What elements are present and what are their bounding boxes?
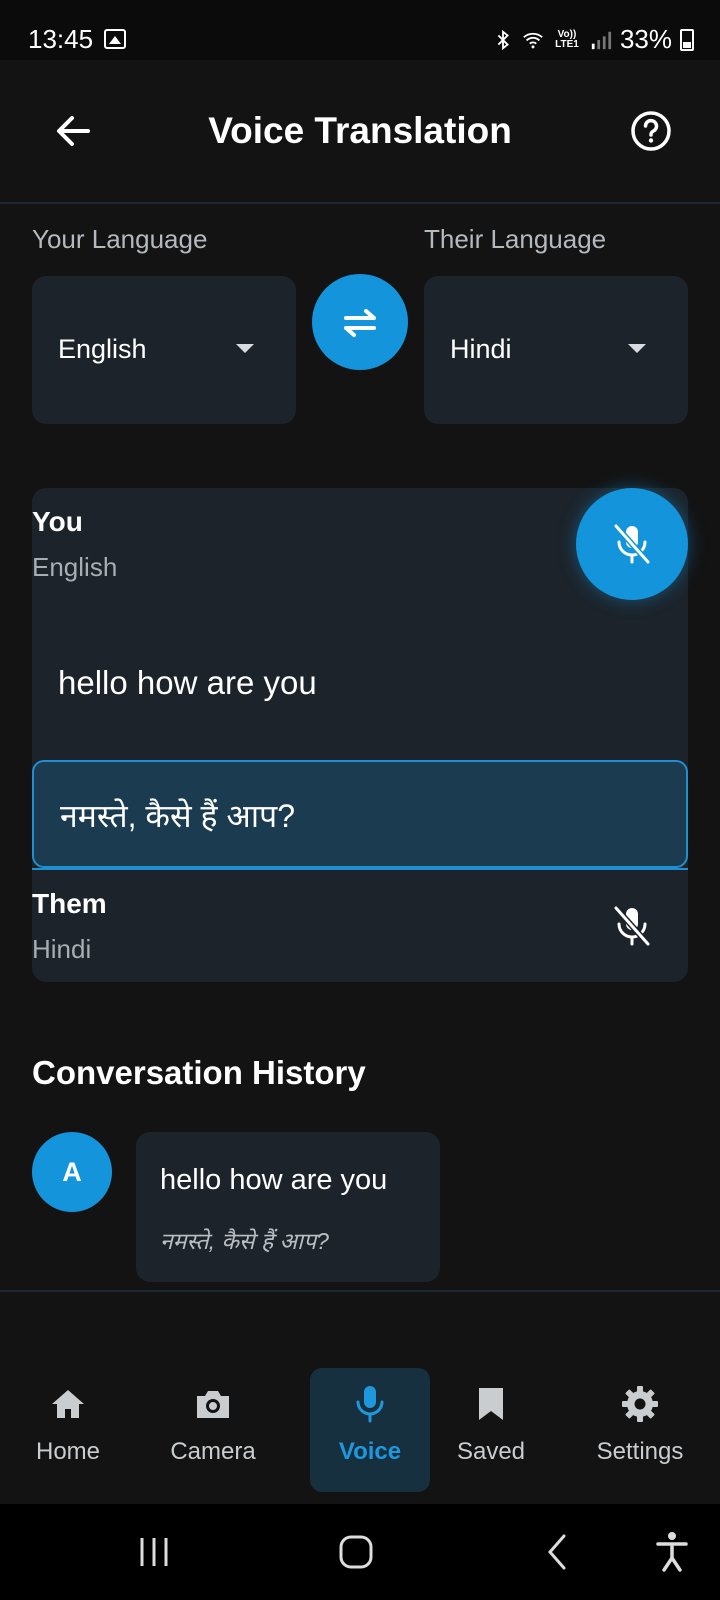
back-button-icon[interactable] (534, 1528, 582, 1576)
nav-label-voice: Voice (338, 1438, 402, 1465)
swap-languages-button[interactable] (312, 274, 408, 370)
help-icon[interactable] (626, 106, 676, 156)
nav-item-voice[interactable]: Voice (310, 1368, 430, 1492)
them-mic-off-icon[interactable] (608, 902, 656, 950)
dropdown-caret-icon (628, 344, 646, 353)
accessibility-icon[interactable] (648, 1528, 696, 1576)
system-navigation-bar (0, 1504, 720, 1600)
conversation-history-title: Conversation History (32, 1054, 366, 1091)
bluetooth-icon (497, 29, 509, 50)
their-language-value: Hindi (450, 334, 512, 364)
history-translated-text: नमस्ते, कैसे हैं आप? (160, 1228, 329, 1254)
battery-percent: 33% (619, 24, 672, 54)
nav-label-saved: Saved (456, 1438, 526, 1465)
gallery-notification-icon (104, 29, 126, 49)
home-icon (52, 1390, 84, 1418)
you-mic-button[interactable] (576, 488, 688, 600)
them-speaker-title: Them (32, 888, 107, 919)
swap-arrows-icon (344, 309, 376, 337)
camera-icon (197, 1391, 229, 1418)
avatar: A (32, 1132, 112, 1212)
their-language-label: Their Language (424, 224, 607, 254)
nav-item-home[interactable]: Home (8, 1368, 128, 1492)
you-speaker-title: You (32, 506, 83, 537)
nav-label-settings: Settings (596, 1438, 684, 1465)
status-icons: Vo)) LTE1 33% (492, 24, 694, 55)
translated-text: नमस्ते, कैसे हैं आप? (60, 798, 296, 834)
history-message-bubble[interactable]: hello how are you नमस्ते, कैसे हैं आप? (136, 1132, 440, 1282)
nav-item-settings[interactable]: Settings (580, 1368, 700, 1492)
nav-item-saved[interactable]: Saved (431, 1368, 551, 1492)
nav-item-camera[interactable]: Camera (153, 1368, 273, 1492)
battery-icon (680, 28, 694, 51)
bottom-navigation: Home Camera Voice Saved Settings (0, 1290, 720, 1504)
dropdown-caret-icon (236, 344, 254, 353)
home-button-icon[interactable] (332, 1528, 380, 1576)
them-speaker-language: Hindi (32, 934, 92, 964)
mic-off-icon (613, 524, 651, 564)
your-language-value: English (58, 334, 147, 364)
status-bar: 13:45 Vo)) LTE1 33% (0, 0, 720, 60)
recent-apps-icon[interactable] (130, 1528, 178, 1576)
nav-label-camera: Camera (170, 1438, 256, 1465)
voice-translation-screen: 13:45 Vo)) LTE1 33% Voice Translation Yo… (0, 0, 720, 1600)
app-header: Voice Translation (0, 60, 720, 204)
page-title: Voice Translation (208, 110, 512, 151)
history-original-text: hello how are you (160, 1164, 388, 1196)
volte-indicator: Vo)) LTE1 (555, 28, 579, 50)
source-text: hello how are you (58, 664, 317, 701)
your-language-label: Your Language (32, 224, 208, 254)
signal-icon (591, 31, 612, 49)
speaker-divider (32, 868, 688, 870)
translated-text-box[interactable]: नमस्ते, कैसे हैं आप? (32, 760, 688, 868)
their-language-dropdown[interactable]: Hindi (424, 276, 688, 424)
gear-icon (622, 1386, 658, 1422)
status-time: 13:45 (28, 24, 94, 54)
wifi-icon (523, 32, 543, 48)
mic-icon (356, 1386, 384, 1423)
bookmark-icon (479, 1388, 503, 1420)
your-language-dropdown[interactable]: English (32, 276, 296, 424)
nav-label-home: Home (35, 1438, 101, 1465)
you-speaker-language: English (32, 552, 118, 582)
